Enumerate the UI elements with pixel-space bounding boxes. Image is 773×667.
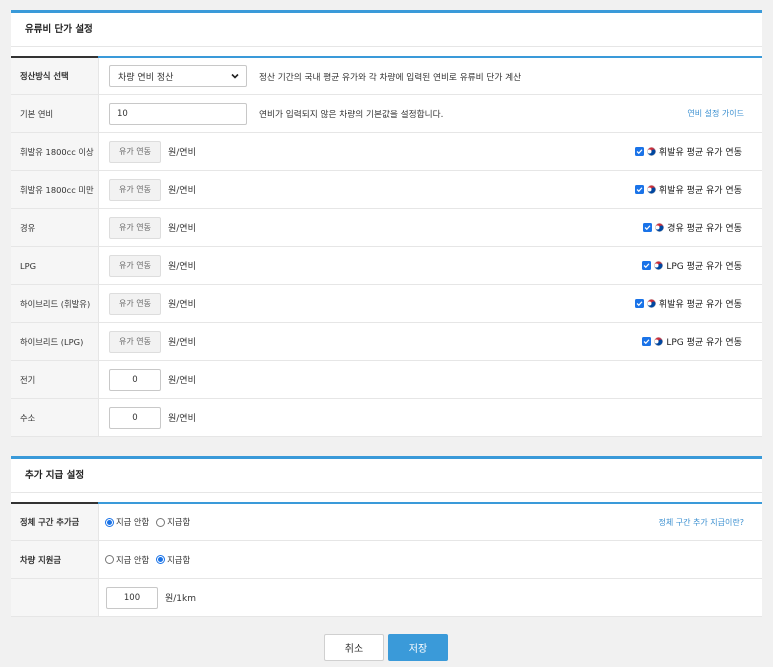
price-link-checkbox[interactable]: 휘발유 평균 유가 연동 [634,297,742,310]
electric-unit: 원/연비 [168,376,196,386]
checkbox-icon[interactable] [634,147,644,156]
chevron-down-icon [231,73,239,79]
fuel-type-label: 하이브리드 (휘발유) [11,285,99,322]
support-amount-label [11,579,99,616]
price-link-checkbox[interactable]: 휘발유 평균 유가 연동 [634,145,742,158]
jam-yes-label: 지급함 [167,517,191,527]
panel-title: 추가 지급 설정 [11,459,762,493]
support-amount-input[interactable]: 100 [106,586,158,609]
fuel-type-label: 휘발유 1800cc 이상 [11,133,99,170]
settle-method-value: 차량 연비 정산 [118,72,174,83]
panel-title: 유류비 단가 설정 [11,13,762,47]
checkbox-icon[interactable] [643,223,653,232]
support-yes-option[interactable]: 지급함 [156,554,190,566]
support-yes-label: 지급함 [167,554,191,565]
jam-no-radio[interactable] [105,517,114,527]
fuel-type-row: 하이브리드 (LPG) 유가 연동 원/연비 LPG 평균 유가 연동 [11,323,762,361]
price-link-label: LPG 평균 유가 연동 [666,338,742,348]
fuel-type-row: 하이브리드 (휘발유) 유가 연동 원/연비 휘발유 평균 유가 연동 [11,285,762,323]
linked-price-field: 유가 연동 [109,330,161,353]
fuel-unit: 원/연비 [168,186,196,196]
electric-price-input[interactable]: 0 [109,368,161,391]
jam-surcharge-radio-group: 지급 안함 지급함 [105,516,197,528]
jam-no-label: 지급 안함 [116,517,150,527]
electric-row: 전기 0 원/연비 [11,361,762,399]
hydrogen-row: 수소 0 원/연비 [11,399,762,437]
extra-settings-table: 정체 구간 추가금 지급 안함 지급함 정체 구간 추가 지급이란? 차량 지원… [11,502,762,617]
support-no-radio[interactable] [105,555,114,564]
linked-price-field: 유가 연동 [109,140,161,163]
base-efficiency-hint: 연비가 입력되지 않은 차량의 기본값을 설정합니다. [259,110,444,120]
vehicle-support-row: 차량 지원금 지급 안함 지급함 [11,541,762,579]
settle-method-hint: 정산 기간의 국내 평균 유가와 각 차량에 입력된 연비로 유류비 단가 계산 [259,72,522,83]
fuel-type-row: 경유 유가 연동 원/연비 경유 평균 유가 연동 [11,209,762,247]
base-efficiency-input[interactable]: 10 [109,102,247,125]
vehicle-support-label: 차량 지원금 [11,541,99,578]
support-no-option[interactable]: 지급 안함 [105,554,149,566]
extra-payment-panel: 추가 지급 설정 정체 구간 추가금 지급 안함 지급함 정체 구간 추가 지급… [11,456,762,617]
price-link-label: 휘발유 평균 유가 연동 [658,186,742,196]
save-button[interactable]: 저장 [388,634,448,661]
fuel-unit: 원/연비 [168,148,196,158]
checkbox-icon[interactable] [634,299,644,308]
fuel-type-row: 휘발유 1800cc 미만 유가 연동 원/연비 휘발유 평균 유가 연동 [11,171,762,209]
settle-method-row: 정산방식 선택 차량 연비 정산 정산 기간의 국내 평균 유가와 각 차량에 … [11,58,762,95]
linked-price-field: 유가 연동 [109,292,161,315]
korea-flag-icon [647,185,656,194]
korea-flag-icon [647,147,656,156]
jam-yes-option[interactable]: 지급함 [156,516,190,528]
price-link-checkbox[interactable]: LPG 평균 유가 연동 [642,259,742,272]
jam-surcharge-label: 정체 구간 추가금 [11,504,99,540]
fuel-unit: 원/연비 [168,262,196,272]
jam-no-option[interactable]: 지급 안함 [105,516,149,528]
support-no-label: 지급 안함 [116,554,150,565]
electric-label: 전기 [11,361,99,398]
korea-flag-icon [655,223,664,232]
fuel-type-label: 경유 [11,209,99,246]
base-efficiency-row: 기본 연비 10 연비가 입력되지 않은 차량의 기본값을 설정합니다. 연비 … [11,95,762,133]
price-link-label: 휘발유 평균 유가 연동 [658,148,742,158]
fuel-unit: 원/연비 [168,300,196,310]
jam-surcharge-row: 정체 구간 추가금 지급 안함 지급함 정체 구간 추가 지급이란? [11,504,762,541]
checkbox-icon[interactable] [642,337,652,346]
fuel-settings-table: 정산방식 선택 차량 연비 정산 정산 기간의 국내 평균 유가와 각 차량에 … [11,56,762,437]
efficiency-guide-link[interactable]: 연비 설정 가이드 [687,108,744,119]
fuel-type-row: 휘발유 1800cc 이상 유가 연동 원/연비 휘발유 평균 유가 연동 [11,133,762,171]
fuel-type-label: 하이브리드 (LPG) [11,323,99,360]
checkbox-icon[interactable] [634,185,644,194]
price-link-checkbox[interactable]: LPG 평균 유가 연동 [642,335,742,348]
linked-price-field: 유가 연동 [109,216,161,239]
hydrogen-label: 수소 [11,399,99,436]
fuel-type-label: LPG [11,247,99,284]
price-link-label: 휘발유 평균 유가 연동 [658,300,742,310]
settle-method-select[interactable]: 차량 연비 정산 [109,65,247,87]
korea-flag-icon [654,261,664,270]
korea-flag-icon [647,299,656,308]
base-efficiency-label: 기본 연비 [11,95,99,132]
hydrogen-unit: 원/연비 [168,414,196,424]
hydrogen-price-input[interactable]: 0 [109,406,161,429]
price-link-checkbox[interactable]: 휘발유 평균 유가 연동 [634,183,742,196]
price-link-label: 경유 평균 유가 연동 [667,224,742,234]
fuel-type-row: LPG 유가 연동 원/연비 LPG 평균 유가 연동 [11,247,762,285]
linked-price-field: 유가 연동 [109,254,161,277]
vehicle-support-radio-group: 지급 안함 지급함 [105,554,197,566]
fuel-unit: 원/연비 [168,338,196,348]
linked-price-field: 유가 연동 [109,178,161,201]
jam-surcharge-help-link[interactable]: 정체 구간 추가 지급이란? [659,517,744,528]
fuel-unit: 원/연비 [168,224,196,234]
jam-yes-radio[interactable] [156,517,166,527]
fuel-type-label: 휘발유 1800cc 미만 [11,171,99,208]
fuel-price-panel: 유류비 단가 설정 정산방식 선택 차량 연비 정산 정산 기간의 국내 평균 … [11,10,762,437]
price-link-checkbox[interactable]: 경유 평균 유가 연동 [643,221,742,234]
support-yes-radio[interactable] [156,555,166,564]
cancel-button[interactable]: 취소 [324,634,384,661]
korea-flag-icon [654,337,664,346]
checkbox-icon[interactable] [642,261,652,270]
support-amount-row: 100 원/1km [11,579,762,617]
settle-method-label: 정산방식 선택 [11,58,99,94]
price-link-label: LPG 평균 유가 연동 [666,262,742,272]
support-amount-unit: 원/1km [165,594,197,604]
